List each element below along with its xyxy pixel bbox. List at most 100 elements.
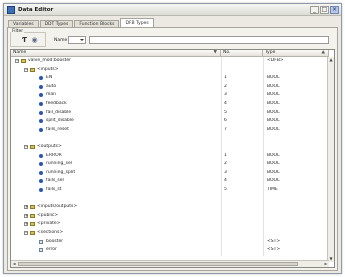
row-number: 3 — [224, 92, 227, 98]
row-name: running_split — [46, 169, 76, 175]
table-row[interactable]: feedback 4 BOOL — [11, 101, 329, 107]
row-name: <inputs/outputs> — [37, 204, 78, 210]
collapse-icon[interactable]: − — [24, 231, 28, 235]
row-number: 1 — [224, 152, 227, 158]
row-name: auto — [46, 83, 57, 89]
name-filter-select[interactable] — [68, 36, 86, 44]
expand-icon[interactable]: + — [24, 205, 28, 210]
collapse-icon[interactable]: − — [24, 67, 28, 72]
var-icon — [39, 153, 43, 158]
var-icon — [39, 76, 43, 81]
table-row[interactable] — [11, 135, 329, 141]
doc-icon — [39, 248, 43, 253]
table-row[interactable]: − <sections> — [11, 230, 329, 236]
row-name: booster — [46, 238, 64, 244]
table-row[interactable]: running_sel 2 BOOL — [11, 161, 329, 167]
table-row[interactable]: + <public> — [11, 213, 329, 219]
scroll-thumb[interactable] — [18, 262, 298, 266]
scroll-up-icon[interactable]: ▲ — [328, 57, 334, 63]
row-number: 5 — [224, 187, 227, 192]
column-header-no[interactable]: No. — [221, 50, 263, 57]
folder-icon — [21, 59, 26, 63]
var-icon — [39, 162, 43, 167]
row-type: BOOL — [267, 169, 280, 175]
row-type: <ST> — [267, 238, 281, 244]
table-row[interactable]: − <outputs> — [11, 144, 329, 150]
table-row[interactable]: + <inputs/outputs> — [11, 204, 329, 210]
window-controls: _ □ × — [310, 6, 339, 14]
filter-toolbar: Filter Ƭ ◉ Name — [10, 29, 336, 47]
table-row[interactable]: split_disable 6 BOOL — [11, 118, 329, 124]
horizontal-scrollbar[interactable]: ◄ ► — [11, 260, 329, 267]
row-type: BOOL — [267, 118, 280, 124]
row-name: valve_mod:booster — [28, 58, 71, 63]
row-name: fails_reset — [46, 126, 69, 132]
row-number: 2 — [224, 83, 227, 89]
collapse-icon[interactable]: − — [24, 145, 28, 149]
filter-icon[interactable]: ◉ — [30, 36, 39, 45]
table-row[interactable]: − <inputs> — [11, 67, 329, 73]
row-name: feedback — [46, 101, 67, 106]
table-row[interactable]: + <private> — [11, 221, 329, 227]
row-type: BOOL — [267, 101, 280, 106]
scroll-left-icon[interactable]: ◄ — [11, 261, 17, 267]
row-type: BOOL — [267, 126, 280, 132]
row-name: <sections> — [37, 230, 64, 235]
column-header-type[interactable]: Type ▲ — [263, 50, 329, 57]
row-type: BOOL — [267, 161, 280, 167]
var-icon — [39, 110, 43, 115]
table-row[interactable]: fails_st 5 TIME — [11, 187, 329, 193]
collapse-icon[interactable]: − — [15, 59, 19, 63]
table-row[interactable] — [11, 196, 329, 202]
row-type: BOOL — [267, 92, 280, 98]
table-row[interactable]: fails_reset 7 BOOL — [11, 127, 329, 133]
doc-icon — [39, 239, 43, 244]
folder-icon — [30, 205, 35, 210]
data-editor-window: Data Editor _ □ × Variables DDT Types Fu… — [3, 3, 342, 274]
expand-icon[interactable]: + — [24, 213, 28, 218]
row-type: BOOL — [267, 178, 280, 184]
row-name: running_sel — [46, 161, 72, 167]
row-type: BOOL — [267, 75, 280, 81]
row-type: <DFB> — [267, 58, 284, 63]
table-row[interactable]: ERROR 1 BOOL — [11, 153, 329, 159]
var-icon — [39, 127, 43, 132]
row-number: 7 — [224, 126, 227, 132]
row-number: 2 — [224, 161, 227, 167]
var-icon — [39, 84, 43, 89]
row-number: 1 — [224, 75, 227, 81]
row-name: fails_st — [46, 187, 62, 192]
scroll-right-icon[interactable]: ► — [323, 261, 329, 267]
expand-icon[interactable]: + — [24, 222, 28, 227]
table-row[interactable]: EN 1 BOOL — [11, 75, 329, 81]
table-row[interactable]: auto 2 BOOL — [11, 84, 329, 90]
table-row[interactable]: error <ST> — [11, 247, 329, 253]
table-row[interactable]: fail_disable 5 BOOL — [11, 110, 329, 116]
row-name: EN — [46, 75, 53, 81]
row-name: error — [46, 247, 57, 253]
title-bar[interactable]: Data Editor _ □ × — [4, 4, 341, 16]
row-name: <inputs> — [37, 66, 59, 72]
table-row[interactable]: running_split 3 BOOL — [11, 170, 329, 176]
vertical-scrollbar[interactable]: ▲ ▼ — [327, 57, 334, 262]
pin-icon[interactable]: Ƭ — [20, 36, 29, 45]
row-name: <public> — [37, 212, 59, 218]
row-type: BOOL — [267, 152, 280, 158]
maximize-button[interactable]: □ — [320, 6, 329, 14]
table-row[interactable]: − valve_mod:booster <DFB> — [11, 58, 329, 64]
var-icon — [39, 119, 43, 124]
filter-input[interactable] — [89, 36, 329, 44]
table-row[interactable]: fails_sel 4 BOOL — [11, 178, 329, 184]
close-button[interactable]: × — [330, 6, 339, 14]
row-name: ERROR — [46, 152, 62, 158]
table-row[interactable]: man 3 BOOL — [11, 92, 329, 98]
column-header-no-label: No. — [223, 50, 231, 55]
column-header-name[interactable]: Name ▼ — [11, 50, 221, 57]
row-number: 4 — [224, 178, 227, 184]
row-name: <outputs> — [37, 144, 62, 149]
row-type: BOOL — [267, 83, 280, 89]
table-row[interactable]: booster <ST> — [11, 239, 329, 245]
sort-asc-icon: ▲ — [321, 50, 325, 55]
folder-icon — [30, 231, 35, 235]
minimize-button[interactable]: _ — [310, 6, 319, 14]
